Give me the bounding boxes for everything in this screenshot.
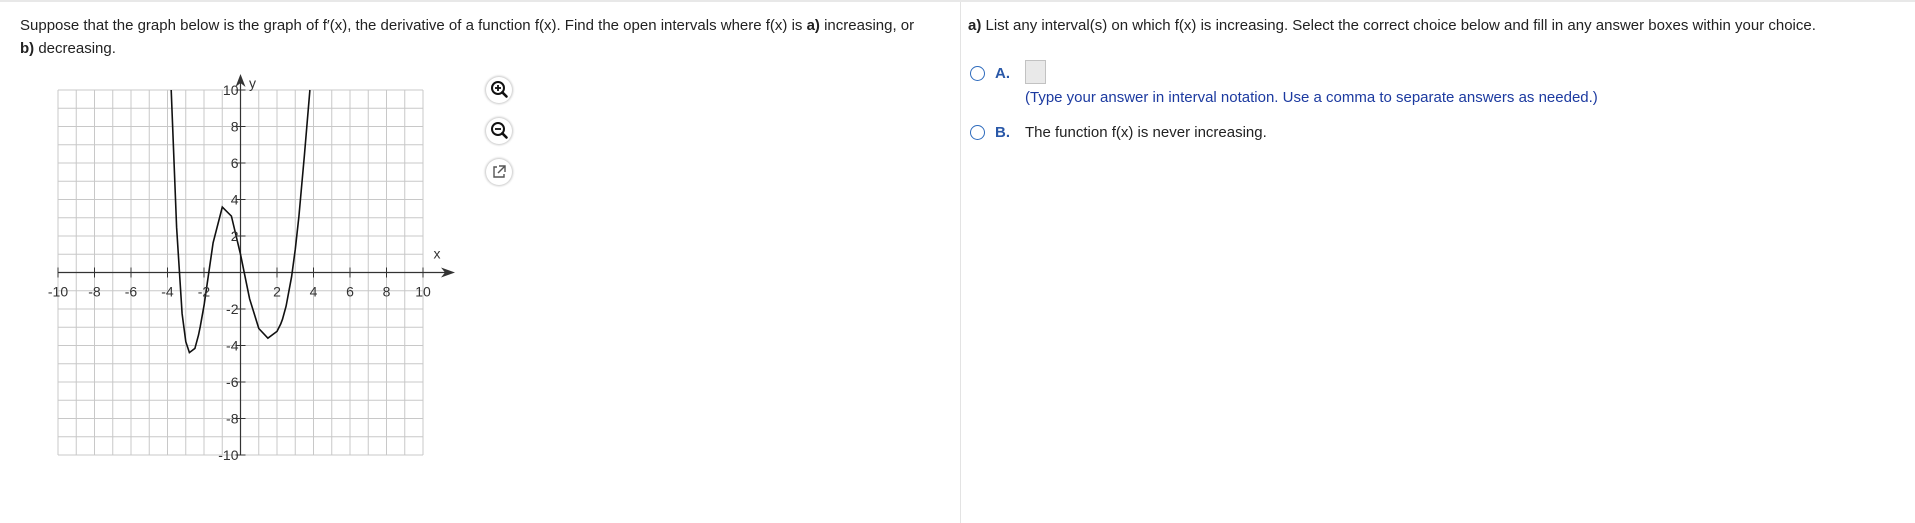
part-a-prompt: a) List any interval(s) on which f(x) is…: [968, 14, 1908, 37]
question-a-label: a): [806, 17, 820, 34]
question-b-label: b): [20, 40, 35, 57]
popout-button[interactable]: [486, 159, 512, 185]
choice-a-letter: A.: [995, 65, 1010, 82]
y-axis-label: y: [249, 75, 256, 91]
y-tick-label: 6: [231, 155, 239, 171]
x-tick-label: 4: [310, 284, 318, 300]
x-tick-label: -10: [48, 284, 68, 300]
choice-b-text: The function f(x) is never increasing.: [1025, 124, 1267, 141]
x-tick-label: 6: [346, 284, 354, 300]
choice-b-radio[interactable]: [970, 125, 985, 140]
y-tick-label: 8: [231, 119, 239, 135]
zoom-out-icon: [491, 122, 508, 139]
y-tick-label: 2: [231, 228, 239, 244]
external-link-icon: [493, 165, 506, 178]
answer-pane: a) List any interval(s) on which f(x) is…: [968, 0, 1908, 523]
graph-axes: [57, 74, 455, 456]
pane-divider: [960, 2, 961, 523]
y-tick-label: -4: [226, 338, 239, 354]
y-tick-label: -6: [226, 374, 239, 390]
y-tick-label: -8: [226, 411, 239, 427]
x-tick-label: 8: [383, 284, 391, 300]
question-pane: Suppose that the graph below is the grap…: [0, 0, 960, 523]
x-axis-label: x: [434, 246, 441, 262]
zoom-in-icon: [491, 81, 508, 98]
x-tick-label: -2: [198, 284, 211, 300]
choice-a-radio[interactable]: [970, 66, 985, 81]
question-text-part-1: Suppose that the graph below is the grap…: [20, 17, 323, 34]
y-tick-label: 4: [231, 192, 239, 208]
y-tick-label: 10: [223, 82, 239, 98]
x-tick-label: -8: [88, 284, 101, 300]
zoom-in-button[interactable]: [486, 77, 512, 103]
zoom-out-button[interactable]: [486, 118, 512, 144]
part-a-label: a): [968, 17, 982, 34]
derivative-graph: -10 -8 -6 -4 -2 2 4 6 8 10 10 8 6 4 2 -2 -4 -6 -8 -10 x y: [48, 74, 455, 463]
choice-a-answer-box[interactable]: [1025, 60, 1046, 84]
x-tick-label: -6: [125, 284, 138, 300]
x-tick-label: 10: [415, 284, 431, 300]
choice-b-letter: B.: [995, 124, 1010, 141]
question-fprime: f′(x): [322, 17, 348, 34]
y-tick-label: -10: [218, 447, 238, 463]
choice-a-hint: (Type your answer in interval notation. …: [1025, 89, 1598, 106]
question-text-part-4: decreasing.: [34, 40, 116, 57]
question-text-part-3: increasing, or: [819, 17, 915, 34]
y-tick-label: -2: [226, 301, 239, 317]
question-text-part-2: , the derivative of a function f(x). Fin…: [347, 17, 807, 34]
question-text: Suppose that the graph below is the grap…: [20, 14, 920, 60]
x-tick-label: 2: [273, 284, 281, 300]
x-tick-label: -4: [161, 284, 174, 300]
part-a-prompt-text: List any interval(s) on which f(x) is in…: [981, 17, 1816, 34]
